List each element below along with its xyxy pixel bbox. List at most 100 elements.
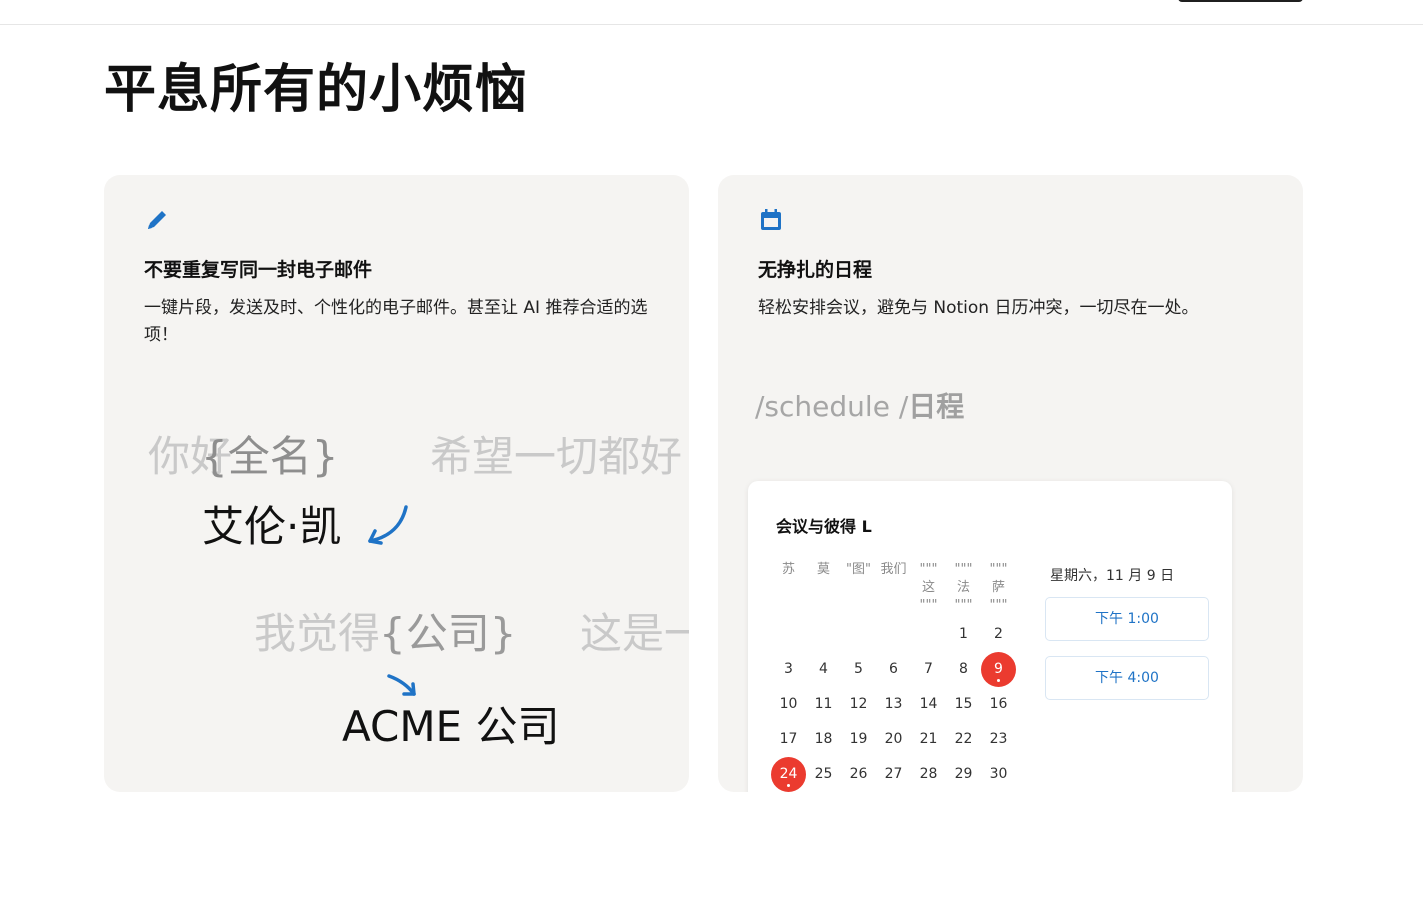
page-title: 平息所有的小烦恼 <box>104 60 529 120</box>
card-description: 一键片段，发送及时、个性化的电子邮件。甚至让 AI 推荐合适的选项！ <box>144 298 648 345</box>
calendar-icon <box>761 209 781 230</box>
calendar-grid: 苏莫 "图" 我们 """ 这 """ """ 法 """ """ 萨 """ 12345… <box>771 561 1053 792</box>
weekday-label: """ 这 """ <box>919 562 938 613</box>
calendar-day-number: 7 <box>924 661 933 677</box>
calendar-day-number: 16 <box>989 696 1008 712</box>
calendar-day-number: 21 <box>919 731 938 747</box>
weekday-label: "图" <box>846 562 871 577</box>
calendar-day[interactable]: 16 <box>981 687 1016 722</box>
calendar-day-number: 5 <box>854 661 863 677</box>
calendar-day[interactable]: 21 <box>911 722 946 757</box>
calendar-day-number: 1 <box>959 626 968 642</box>
calendar-day[interactable]: 22 <box>946 722 981 757</box>
meeting-title: 会议与彼得 L <box>776 517 872 536</box>
calendar-day[interactable]: 6 <box>876 652 911 687</box>
calendar-day[interactable]: 11 <box>806 687 841 722</box>
calendar-day[interactable]: 10 <box>771 687 806 722</box>
calendar-day[interactable]: 17 <box>771 722 806 757</box>
calendar-week-row: 3 4 5 6 7 8 9 <box>771 652 1053 687</box>
calendar-week-row: 24 25 26 27 28 29 30 <box>771 757 1053 792</box>
command-text: /schedule / <box>755 390 909 423</box>
calendar-day[interactable]: 19 <box>841 722 876 757</box>
fullname-variable: {全名} <box>201 432 339 481</box>
calendar-day-number: 11 <box>814 696 833 712</box>
calendar-day-number: 13 <box>884 696 903 712</box>
card-title: 不要重复写同一封电子邮件 <box>144 259 373 281</box>
calendar-day[interactable]: 27 <box>876 757 911 792</box>
wish-ghost-text: 希望一切都好 <box>430 432 683 481</box>
time-slot-button[interactable]: 下午 4:00 <box>1045 656 1209 700</box>
calendar-day-number: 19 <box>849 731 868 747</box>
calendar-day[interactable]: 15 <box>946 687 981 722</box>
calendar-day-number: 27 <box>884 766 903 782</box>
calendar-day[interactable]: 2 <box>981 617 1016 652</box>
weekday-label: 我们 <box>880 562 907 577</box>
calendar-day[interactable]: 18 <box>806 722 841 757</box>
calendar-day-number: 17 <box>779 731 798 747</box>
calendar-day-number: 28 <box>919 766 938 782</box>
calendar-day[interactable]: 14 <box>911 687 946 722</box>
nav-cta-button[interactable] <box>1178 0 1303 2</box>
calendar-day-number: 25 <box>814 766 833 782</box>
calendar-day-number: 15 <box>954 696 973 712</box>
time-slot-button[interactable]: 下午 1:00 <box>1045 597 1209 641</box>
calendar-day[interactable]: 5 <box>841 652 876 687</box>
calendar-day[interactable]: 9 <box>981 652 1016 687</box>
calendar-day[interactable]: 30 <box>981 757 1016 792</box>
top-navbar <box>0 0 1423 25</box>
calendar-week-row: 10 11 12 13 14 15 16 <box>771 687 1053 722</box>
pencil-icon <box>148 211 166 229</box>
calendar-day[interactable]: 7 <box>911 652 946 687</box>
company-name: ACME 公司 <box>342 702 560 751</box>
recipient-name: 艾伦·凯 <box>202 502 342 551</box>
calendar-day[interactable]: 20 <box>876 722 911 757</box>
booking-panel: 会议与彼得 L 苏 莫 "图" 我们 """ 这 """ """ 法 """ """ 萨 "… <box>748 481 1232 792</box>
calendar-day[interactable]: 25 <box>806 757 841 792</box>
calendar-weeks: 1 2 3 4 5 6 7 8 9 10 11 12 13 14 15 16 17 18 19 20 21 22 23 24 2… <box>771 617 1053 792</box>
calendar-day[interactable]: 12 <box>841 687 876 722</box>
calendar-day-number: 20 <box>884 731 903 747</box>
calendar-day[interactable]: 29 <box>946 757 981 792</box>
calendar-day[interactable]: 28 <box>911 757 946 792</box>
weekday-header: 苏 莫 "图" 我们 """ 这 """ """ 法 """ """ 萨 """ <box>771 561 1053 617</box>
calendar-day-number: 4 <box>819 661 828 677</box>
email-snippets-card: 不要重复写同一封电子邮件 一键片段，发送及时、个性化的电子邮件。甚至让 AI 推… <box>104 175 689 792</box>
calendar-day-number: 29 <box>954 766 973 782</box>
curved-arrow-icon <box>368 505 408 545</box>
calendar-day-number: 3 <box>784 661 793 677</box>
company-variable: {公司} <box>379 609 517 658</box>
calendar-day-number: 2 <box>994 626 1003 642</box>
calendar-day-number: 14 <box>919 696 938 712</box>
calendar-day-number: 6 <box>889 661 898 677</box>
opinion-ghost-text: 我觉得 <box>254 609 381 658</box>
slash-command: /schedule /日程 <box>755 385 964 425</box>
scheduling-card: 无挣扎的日程 轻松安排会议，避免与 Notion 日历冲突，一切尽在一处。 /s… <box>718 175 1303 792</box>
calendar-day[interactable]: 4 <box>806 652 841 687</box>
calendar-day-number: 12 <box>849 696 868 712</box>
calendar-day[interactable]: 23 <box>981 722 1016 757</box>
selected-date-label: 星期六，11 月 9 日 <box>1050 568 1175 584</box>
weekday-label: 莫 <box>816 562 830 577</box>
calendar-day-number: 22 <box>954 731 973 747</box>
this-is-ghost-text: 这是一 <box>580 609 689 658</box>
calendar-day[interactable]: 13 <box>876 687 911 722</box>
calendar-day-number: 8 <box>959 661 968 677</box>
calendar-day-number: 23 <box>989 731 1008 747</box>
calendar-day-number: 18 <box>814 731 833 747</box>
calendar-day-number: 9 <box>994 661 1003 677</box>
calendar-day[interactable]: 3 <box>771 652 806 687</box>
calendar-day-number: 24 <box>779 766 798 782</box>
weekday-label: 苏 <box>781 562 795 577</box>
calendar-week-row: 17 18 19 20 21 22 23 <box>771 722 1053 757</box>
down-arrow-icon <box>387 674 416 696</box>
calendar-day-number: 30 <box>989 766 1008 782</box>
weekday-label: """ 法 """ <box>954 562 973 613</box>
calendar-day[interactable]: 24 <box>771 757 806 792</box>
calendar-day-number: 26 <box>849 766 868 782</box>
command-bold-text: 日程 <box>908 390 965 423</box>
card-description: 轻松安排会议，避免与 Notion 日历冲突，一切尽在一处。 <box>758 298 1199 318</box>
weekday-label: """ 萨 """ <box>989 562 1008 613</box>
calendar-day[interactable]: 1 <box>946 617 981 652</box>
calendar-day[interactable]: 26 <box>841 757 876 792</box>
calendar-day[interactable]: 8 <box>946 652 981 687</box>
